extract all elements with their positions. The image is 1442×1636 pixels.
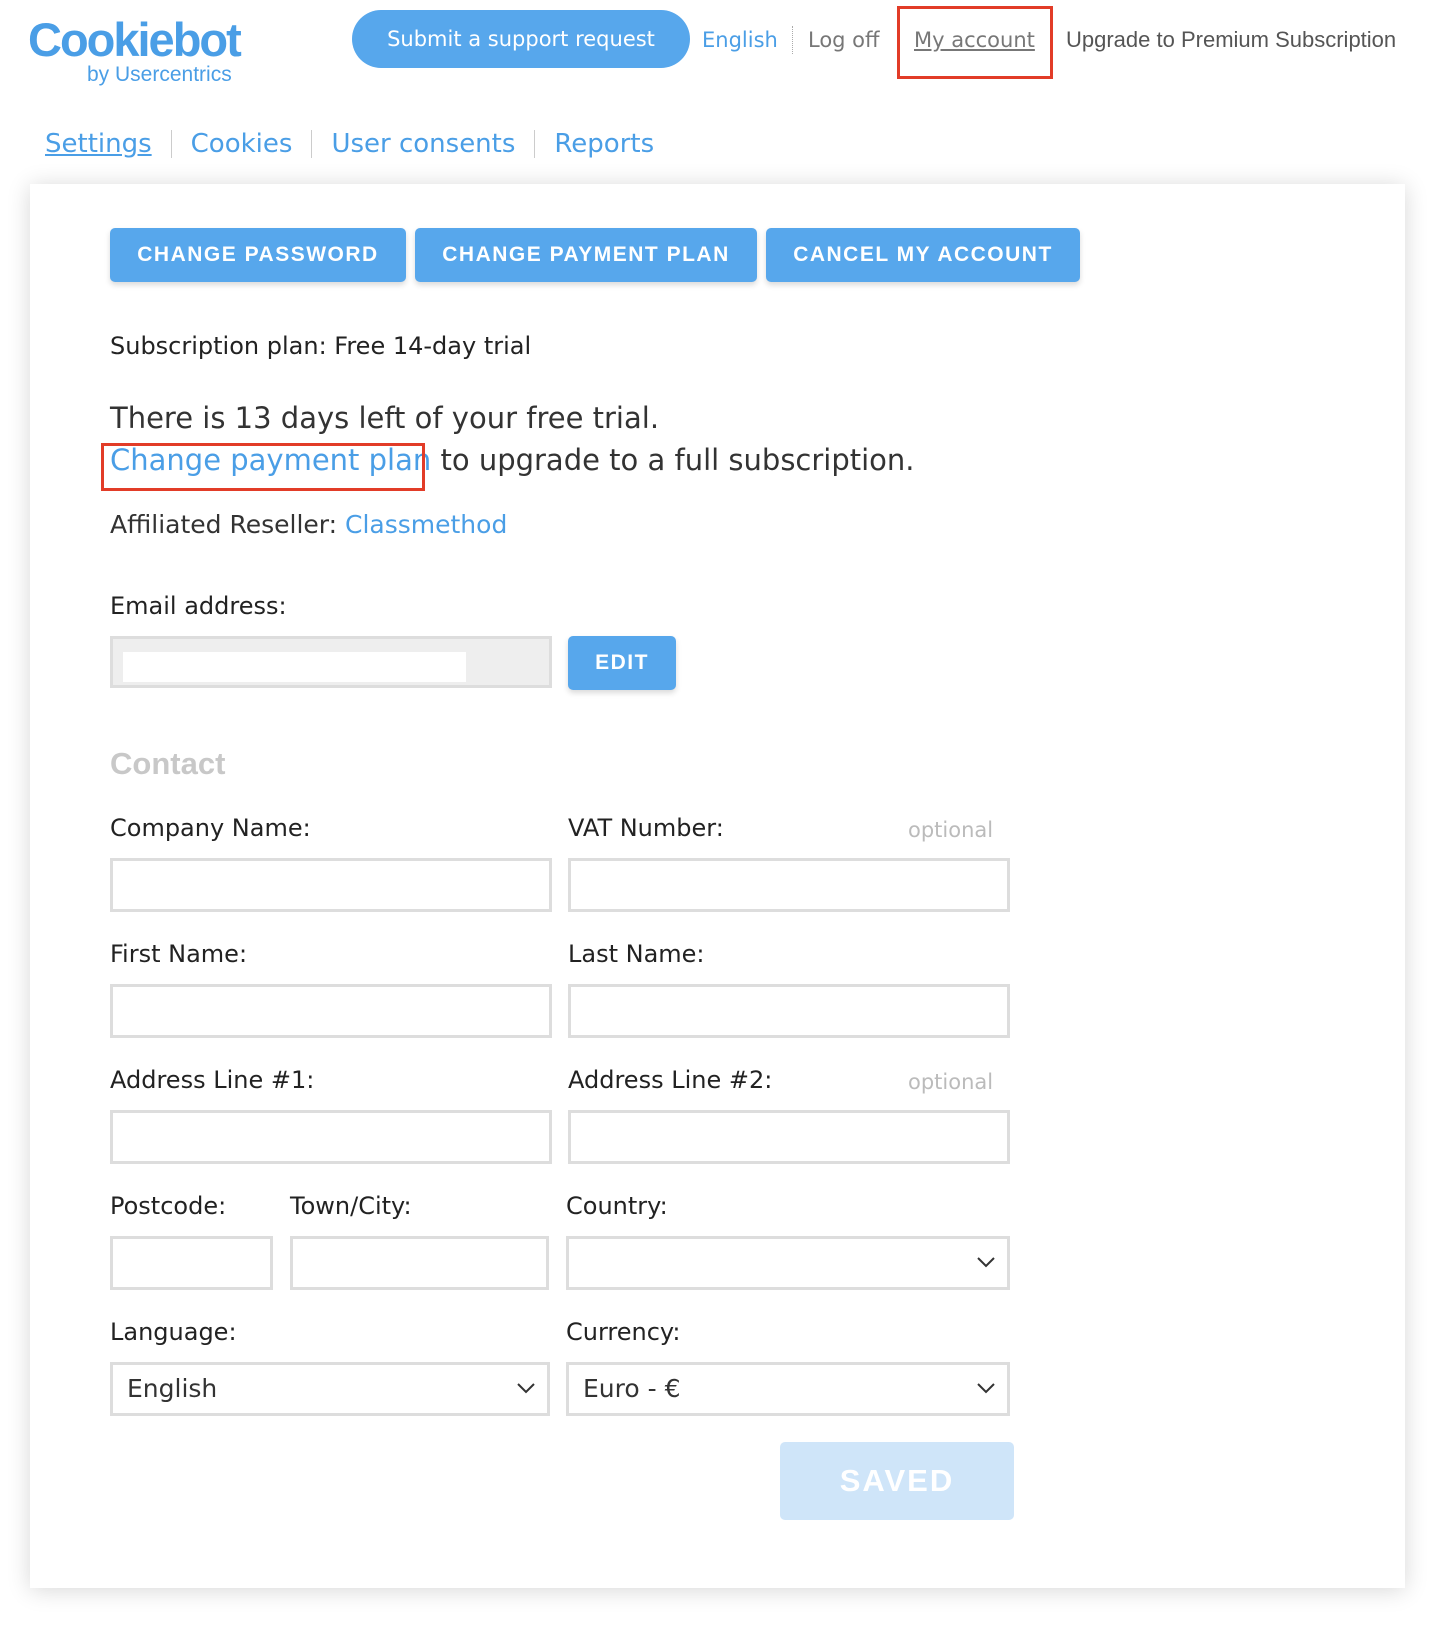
company-name-input[interactable] bbox=[110, 858, 552, 912]
main-nav: Settings Cookies User consents Reports bbox=[45, 124, 654, 164]
contact-heading: Contact bbox=[110, 746, 226, 781]
country-select[interactable] bbox=[566, 1236, 1010, 1290]
chevron-down-icon bbox=[977, 1383, 995, 1394]
country-label: Country: bbox=[566, 1192, 668, 1220]
last-name-label: Last Name: bbox=[568, 940, 705, 968]
change-payment-plan-button[interactable]: CHANGE PAYMENT PLAN bbox=[415, 228, 757, 282]
chevron-down-icon bbox=[517, 1383, 535, 1394]
last-name-input[interactable] bbox=[568, 984, 1010, 1038]
language-link[interactable]: English bbox=[702, 24, 778, 56]
header-divider bbox=[792, 26, 793, 54]
nav-divider bbox=[170, 130, 172, 158]
vat-number-label: VAT Number: bbox=[568, 814, 724, 842]
account-panel: CHANGE PASSWORD CHANGE PAYMENT PLAN CANC… bbox=[30, 184, 1405, 1588]
language-label: Language: bbox=[110, 1318, 237, 1346]
email-value bbox=[123, 652, 466, 682]
trial-remaining-text: There is 13 days left of your free trial… bbox=[110, 401, 660, 435]
reseller-link[interactable]: Classmethod bbox=[345, 510, 507, 539]
currency-select[interactable]: Euro - € bbox=[566, 1362, 1010, 1416]
first-name-label: First Name: bbox=[110, 940, 248, 968]
address-line-1-input[interactable] bbox=[110, 1110, 552, 1164]
reseller-label: Affiliated Reseller: bbox=[110, 510, 345, 539]
cookiebot-logo[interactable]: Cookiebot by Usercentrics bbox=[28, 12, 258, 92]
email-label: Email address: bbox=[110, 592, 287, 620]
first-name-input[interactable] bbox=[110, 984, 552, 1038]
upgrade-suffix-text: to upgrade to a full subscription. bbox=[431, 443, 915, 477]
change-password-button[interactable]: CHANGE PASSWORD bbox=[110, 228, 406, 282]
nav-divider bbox=[311, 130, 313, 158]
submit-support-request-button[interactable]: Submit a support request bbox=[352, 10, 690, 68]
logo-subtitle: by Usercentrics bbox=[87, 63, 232, 86]
upgrade-premium-link[interactable]: Upgrade to Premium Subscription bbox=[1066, 24, 1396, 56]
postcode-label: Postcode: bbox=[110, 1192, 227, 1220]
address-line-2-input[interactable] bbox=[568, 1110, 1010, 1164]
address-line-1-label: Address Line #1: bbox=[110, 1066, 315, 1094]
cancel-account-button[interactable]: CANCEL MY ACCOUNT bbox=[766, 228, 1080, 282]
nav-settings[interactable]: Settings bbox=[45, 124, 152, 164]
change-plan-highlight-box bbox=[101, 443, 425, 491]
log-off-link[interactable]: Log off bbox=[808, 24, 880, 56]
vat-optional-hint: optional bbox=[908, 818, 994, 842]
saved-button[interactable]: SAVED bbox=[780, 1442, 1014, 1520]
vat-number-input[interactable] bbox=[568, 858, 1010, 912]
company-name-label: Company Name: bbox=[110, 814, 311, 842]
address-line-2-label: Address Line #2: bbox=[568, 1066, 773, 1094]
town-city-label: Town/City: bbox=[290, 1192, 412, 1220]
subscription-plan-text: Subscription plan: Free 14-day trial bbox=[110, 332, 532, 360]
currency-value: Euro - € bbox=[583, 1374, 681, 1403]
reseller-line: Affiliated Reseller: Classmethod bbox=[110, 510, 507, 539]
postcode-input[interactable] bbox=[110, 1236, 273, 1290]
currency-label: Currency: bbox=[566, 1318, 681, 1346]
nav-user-consents[interactable]: User consents bbox=[331, 124, 515, 164]
nav-cookies[interactable]: Cookies bbox=[191, 124, 293, 164]
chevron-down-icon bbox=[977, 1257, 995, 1268]
email-field bbox=[110, 636, 552, 688]
town-city-input[interactable] bbox=[290, 1236, 549, 1290]
my-account-highlight-box bbox=[897, 6, 1053, 79]
address2-optional-hint: optional bbox=[908, 1070, 994, 1094]
language-select[interactable]: English bbox=[110, 1362, 550, 1416]
edit-email-button[interactable]: EDIT bbox=[568, 636, 676, 690]
nav-reports[interactable]: Reports bbox=[554, 124, 654, 164]
nav-divider bbox=[534, 130, 536, 158]
language-value: English bbox=[127, 1374, 218, 1403]
